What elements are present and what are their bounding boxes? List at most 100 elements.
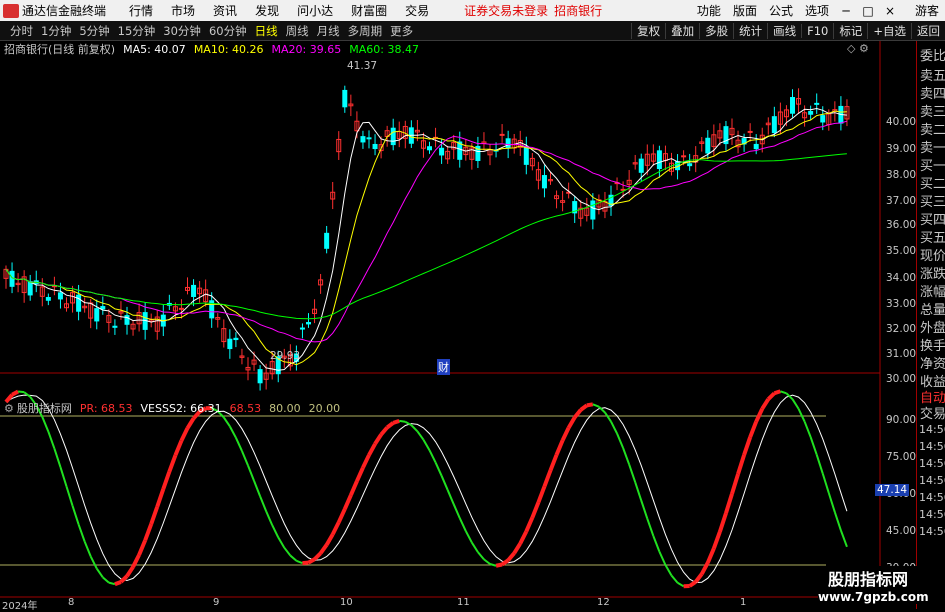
date-tick: 9 bbox=[213, 597, 219, 608]
candle-body bbox=[791, 98, 795, 114]
low-price-label: 29.93 bbox=[270, 350, 300, 362]
period-week[interactable]: 周线 bbox=[286, 23, 309, 39]
menu-hangqing[interactable]: 行情 bbox=[129, 2, 153, 19]
menu-wenxiaoda[interactable]: 问小达 bbox=[297, 2, 333, 19]
pr-segment bbox=[48, 432, 54, 449]
pr-segment bbox=[720, 513, 726, 531]
pr-segment bbox=[460, 518, 466, 531]
rp-buy5: 买五 bbox=[920, 227, 945, 246]
pr-segment bbox=[442, 476, 448, 490]
minimize-icon[interactable]: ─ bbox=[837, 4, 855, 18]
pr-segment bbox=[399, 421, 405, 422]
period-1min[interactable]: 1分钟 bbox=[41, 23, 71, 39]
tool-fanhui[interactable]: 返回 bbox=[911, 23, 945, 39]
pr-segment bbox=[302, 563, 308, 564]
menu-zixun[interactable]: 资讯 bbox=[213, 2, 237, 19]
pr-segment bbox=[817, 455, 823, 474]
pr-segment bbox=[60, 467, 66, 486]
rp-time: 14:56 bbox=[919, 423, 945, 436]
pr-segment bbox=[653, 536, 659, 552]
chart-info-line: 招商银行(日线 前复权) MA5: 40.07 MA10: 40.26 MA20… bbox=[0, 41, 880, 57]
period-month[interactable]: 月线 bbox=[317, 23, 340, 39]
candle-body bbox=[228, 339, 232, 348]
candle-body bbox=[524, 146, 528, 164]
tool-fuquan[interactable]: 复权 bbox=[631, 23, 665, 39]
period-fenshi[interactable]: 分时 bbox=[10, 23, 33, 39]
pr-segment bbox=[538, 486, 544, 502]
pr-segment bbox=[811, 437, 817, 455]
period-5min[interactable]: 5分钟 bbox=[79, 23, 109, 39]
menu-xuanxiang[interactable]: 选项 bbox=[805, 2, 829, 19]
period-multi[interactable]: 多周期 bbox=[348, 23, 383, 39]
login-warning[interactable]: 证券交易未登录 bbox=[464, 2, 548, 19]
pr-segment bbox=[54, 449, 60, 468]
candle-body bbox=[46, 298, 50, 301]
menu-banmian[interactable]: 版面 bbox=[733, 2, 757, 19]
price-tick: 35.00 bbox=[886, 245, 912, 257]
candle-body bbox=[821, 116, 825, 122]
pr-segment bbox=[690, 582, 696, 586]
pr-segment bbox=[696, 574, 702, 582]
date-tick: 12 bbox=[597, 597, 610, 608]
tool-f10[interactable]: F10 bbox=[801, 24, 833, 38]
price-tick: 30.00 bbox=[886, 373, 912, 385]
guest-label[interactable]: 游客 bbox=[915, 2, 939, 19]
price-tick: 40.00 bbox=[886, 116, 912, 128]
pr-segment bbox=[169, 455, 175, 471]
period-15min[interactable]: 15分钟 bbox=[118, 23, 156, 39]
tool-huaxian[interactable]: 画线 bbox=[767, 23, 801, 39]
candle-body bbox=[591, 201, 595, 219]
app-name: 通达信金融终端 bbox=[22, 2, 106, 19]
tool-zixuan[interactable]: +自选 bbox=[867, 23, 911, 39]
period-30min[interactable]: 30分钟 bbox=[163, 23, 201, 39]
ma20-label: MA20: 39.65 bbox=[272, 43, 342, 56]
candle-body bbox=[258, 370, 262, 383]
chart-settings-icon[interactable]: ◇ ⚙ bbox=[847, 42, 869, 55]
date-axis: 2024年 8 9 10 11 12 1 bbox=[0, 597, 880, 609]
pr-segment bbox=[163, 472, 169, 489]
indicator-settings-icon[interactable]: ⚙ bbox=[4, 402, 14, 415]
period-60min[interactable]: 60分钟 bbox=[209, 23, 247, 39]
candle-body bbox=[754, 144, 758, 148]
pr-segment bbox=[327, 534, 333, 544]
pr-segment bbox=[139, 540, 145, 554]
period-more[interactable]: 更多 bbox=[390, 23, 413, 39]
tool-diejia[interactable]: 叠加 bbox=[665, 23, 699, 39]
rp-sell1: 卖一 bbox=[920, 137, 945, 156]
pr-segment bbox=[587, 404, 593, 405]
tool-tongji[interactable]: 统计 bbox=[733, 23, 767, 39]
rp-weibi: 委比 bbox=[920, 45, 945, 64]
tool-biaoji[interactable]: 标记 bbox=[833, 23, 867, 39]
candle-body bbox=[10, 271, 14, 286]
finance-marker[interactable]: 财 bbox=[437, 359, 450, 375]
pr-segment bbox=[230, 426, 236, 437]
close-icon[interactable]: × bbox=[881, 4, 899, 18]
price-tick: 32.00 bbox=[886, 323, 912, 335]
pr-segment bbox=[188, 418, 194, 428]
menu-jiaoyi[interactable]: 交易 bbox=[405, 2, 429, 19]
quote-side-panel: 委比 卖五 卖四 卖三 卖二 卖一 买一 买二 买三 买四 买五 现价 涨跌 涨… bbox=[916, 41, 945, 609]
maximize-icon[interactable]: □ bbox=[859, 4, 877, 18]
pr-segment bbox=[381, 428, 387, 435]
menu-shichang[interactable]: 市场 bbox=[171, 2, 195, 19]
rp-buy3: 买三 bbox=[920, 191, 945, 210]
kline-chart[interactable] bbox=[0, 41, 916, 609]
pr-segment bbox=[436, 462, 442, 475]
pr-segment bbox=[508, 553, 514, 560]
pr-segment bbox=[272, 525, 278, 537]
menu-caifuquan[interactable]: 财富圈 bbox=[351, 2, 387, 19]
tool-duogu[interactable]: 多股 bbox=[699, 23, 733, 39]
date-tick: 2024年 bbox=[2, 597, 37, 612]
menu-gongneng[interactable]: 功能 bbox=[697, 2, 721, 19]
menu-faxian[interactable]: 发现 bbox=[255, 2, 279, 19]
candle-body bbox=[428, 147, 432, 150]
candle-body bbox=[343, 90, 347, 106]
pr-segment bbox=[678, 583, 684, 587]
indicator-name: 股朋指标网 bbox=[17, 400, 72, 416]
period-day[interactable]: 日线 bbox=[255, 23, 278, 39]
candle-body bbox=[682, 156, 686, 157]
pr-segment bbox=[423, 440, 429, 451]
indicator-tick: 90.00 bbox=[886, 414, 912, 426]
rp-trade[interactable]: 交易 bbox=[920, 403, 945, 422]
menu-gongshi[interactable]: 公式 bbox=[769, 2, 793, 19]
